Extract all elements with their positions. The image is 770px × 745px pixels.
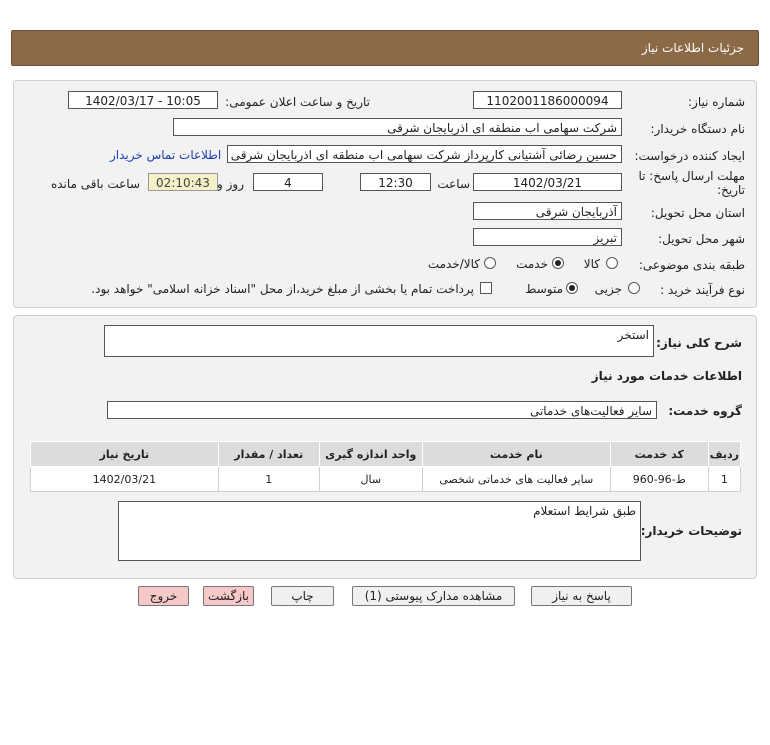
table-header-row: ردیف کد خدمت نام خدمت واحد اندازه گیری ت…	[30, 441, 742, 467]
city-label: شهر محل تحویل:	[658, 232, 745, 246]
cell-need-date: 1402/03/21	[30, 466, 219, 492]
col-unit: واحد اندازه گیری	[318, 441, 423, 467]
category-goods-label: کالا	[583, 257, 600, 271]
treasury-payment-note: پرداخت تمام یا بخشی از مبلغ خرید،از محل …	[91, 282, 474, 296]
process-medium-radio[interactable]	[566, 282, 578, 294]
buyer-org-field: شرکت سهامی اب منطقه ای اذربایجان شرقی	[173, 118, 622, 136]
days-field: 4	[253, 173, 323, 191]
reply-button[interactable]: پاسخ به نیاز	[531, 586, 632, 606]
announce-date-label: تاریخ و ساعت اعلان عمومی:	[225, 95, 370, 109]
col-service-name: نام خدمت	[421, 441, 611, 467]
buyer-notes-field: طبق شرایط استعلام	[118, 501, 641, 561]
category-goods-radio[interactable]	[606, 257, 618, 269]
cell-row-number: 1	[707, 466, 742, 492]
col-service-code: کد خدمت	[609, 441, 709, 467]
deadline-label-line1: مهلت ارسال پاسخ: تا	[638, 169, 745, 183]
service-group-label: گروه خدمت:	[668, 404, 742, 418]
print-button[interactable]: چاپ	[271, 586, 334, 606]
province-field: آذربایجان شرقی	[473, 202, 622, 220]
cell-unit: سال	[318, 466, 423, 492]
table-row: 1 ط-96-960 سایر فعالیت های خدماتی شخصی س…	[30, 466, 742, 492]
process-medium-label: متوسط	[525, 282, 563, 296]
cell-service-code: ط-96-960	[609, 466, 709, 492]
cell-quantity: 1	[217, 466, 320, 492]
deadline-date-field: 1402/03/21	[473, 173, 622, 191]
back-button[interactable]: بازگشت	[203, 586, 254, 606]
process-minor-radio[interactable]	[628, 282, 640, 294]
col-quantity: تعداد / مقدار	[217, 441, 320, 467]
buyer-notes-label: توضیحات خریدار:	[640, 524, 742, 538]
category-both-radio[interactable]	[484, 257, 496, 269]
process-label: نوع فرآیند خرید :	[660, 283, 745, 297]
service-group-field: سایر فعالیت‌های خدماتی	[107, 401, 657, 419]
need-number-label: شماره نیاز:	[688, 95, 745, 109]
deadline-time-label: ساعت	[437, 177, 470, 191]
buyer-contact-link[interactable]: اطلاعات تماس خریدار	[110, 148, 221, 162]
need-number-field: 1102001186000094	[473, 91, 622, 109]
cell-service-name: سایر فعالیت های خدماتی شخصی	[421, 466, 611, 492]
category-service-label: خدمت	[516, 257, 548, 271]
city-field: تبریز	[473, 228, 622, 246]
category-both-label: کالا/خدمت	[427, 257, 480, 271]
attachments-button[interactable]: مشاهده مدارک پیوستی (1)	[352, 586, 515, 606]
category-label: طبقه بندی موضوعی:	[638, 258, 745, 272]
col-row-number: ردیف	[707, 441, 742, 467]
requester-field: حسین رضائی آشتیانی کارپرداز شرکت سهامی ا…	[227, 145, 622, 163]
announce-date-field: 1402/03/17 - 10:05	[68, 91, 218, 109]
province-label: استان محل تحویل:	[650, 206, 745, 220]
treasury-payment-checkbox[interactable]	[480, 282, 492, 294]
remaining-label: ساعت باقی مانده	[50, 177, 140, 191]
description-field: استخر	[104, 325, 654, 357]
need-details-panel	[13, 80, 757, 308]
process-minor-label: جزیی	[594, 282, 622, 296]
col-need-date: تاریخ نیاز	[30, 441, 219, 467]
services-section-title: اطلاعات خدمات مورد نیاز	[591, 369, 742, 383]
exit-button[interactable]: خروج	[138, 586, 189, 606]
requester-label: ایجاد کننده درخواست:	[634, 149, 745, 163]
page-header: جزئیات اطلاعات نیاز	[11, 30, 759, 66]
deadline-label-line2: تاریخ:	[717, 183, 745, 197]
buyer-org-label: نام دستگاه خریدار:	[650, 122, 746, 136]
deadline-time-field: 12:30	[360, 173, 431, 191]
remaining-time-field: 02:10:43	[148, 173, 218, 191]
days-label: روز و	[217, 177, 244, 191]
page-title: جزئیات اطلاعات نیاز	[641, 41, 744, 55]
description-label: شرح کلی نیاز:	[656, 336, 742, 350]
services-table: ردیف کد خدمت نام خدمت واحد اندازه گیری ت…	[30, 441, 742, 492]
category-service-radio[interactable]	[552, 257, 564, 269]
